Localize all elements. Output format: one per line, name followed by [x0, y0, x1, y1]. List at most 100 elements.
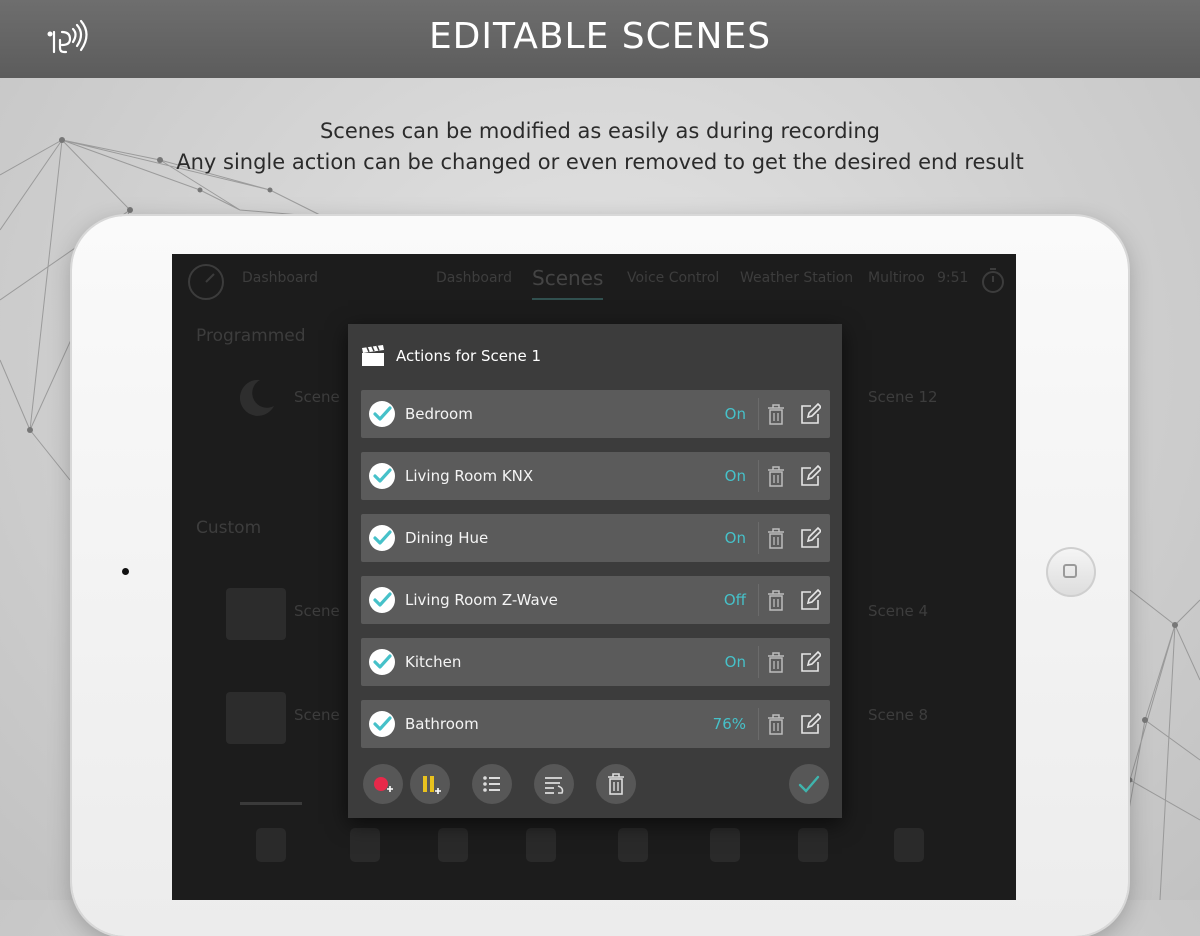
moon-icon [239, 379, 274, 416]
clapperboard-icon [226, 588, 286, 640]
action-value: On [724, 405, 746, 423]
action-value: Off [723, 591, 746, 609]
checked-checkbox[interactable] [369, 525, 395, 551]
tablet-camera [122, 568, 129, 575]
reorder-button[interactable] [534, 764, 574, 804]
edit-icon[interactable] [799, 651, 821, 673]
checkmark-icon [373, 468, 392, 483]
action-row[interactable]: Kitchen On [361, 638, 830, 686]
tablet-screen: Dashboard Dashboard Scenes Voice Control… [172, 254, 1016, 900]
nav-scenes[interactable]: Scenes [532, 266, 604, 300]
checked-checkbox[interactable] [369, 587, 395, 613]
divider [758, 398, 759, 430]
tab-icon[interactable] [256, 828, 286, 862]
action-row[interactable]: Bathroom 76% [361, 700, 830, 748]
divider [758, 584, 759, 616]
action-name: Bathroom [405, 715, 479, 733]
checkmark-icon [373, 406, 392, 421]
list-icon [483, 776, 500, 792]
edit-icon[interactable] [799, 713, 821, 735]
header-bar: EDITABLE SCENES [0, 0, 1200, 78]
nav-weather-station[interactable]: Weather Station [740, 270, 853, 286]
confirm-button[interactable] [789, 764, 829, 804]
clapperboard-icon [362, 345, 384, 366]
tab-icon[interactable] [526, 828, 556, 862]
edit-icon[interactable] [799, 403, 821, 425]
dialog-header: Actions for Scene 1 [348, 324, 842, 386]
page-title: EDITABLE SCENES [428, 16, 772, 57]
action-row[interactable]: Living Room KNX On [361, 452, 830, 500]
tablet-home-button [1046, 547, 1096, 597]
checkmark-icon [798, 775, 820, 793]
scene-label: Scene 8 [868, 706, 929, 724]
action-name: Living Room Z-Wave [405, 591, 558, 609]
tab-icon[interactable] [438, 828, 468, 862]
checked-checkbox[interactable] [369, 649, 395, 675]
tab-icon[interactable] [618, 828, 648, 862]
list-button[interactable] [472, 764, 512, 804]
tab-icon[interactable] [710, 828, 740, 862]
action-value: On [724, 467, 746, 485]
section-custom: Custom [196, 518, 262, 538]
action-row[interactable]: Bedroom On [361, 390, 830, 438]
action-name: Bedroom [405, 405, 473, 423]
timer-icon [982, 268, 1004, 293]
action-name: Living Room KNX [405, 467, 534, 485]
trash-icon[interactable] [765, 589, 787, 611]
action-value: 76% [712, 715, 746, 733]
edit-icon[interactable] [799, 465, 821, 487]
nav-multiroom[interactable]: Multiroo [868, 270, 925, 286]
app-title: Dashboard [242, 270, 318, 286]
action-value: On [724, 653, 746, 671]
record-add-button[interactable] [363, 764, 403, 804]
action-name: Dining Hue [405, 529, 489, 547]
tab-icon[interactable] [894, 828, 924, 862]
checkmark-icon [373, 530, 392, 545]
record-add-icon [374, 777, 393, 792]
edit-icon[interactable] [799, 527, 821, 549]
divider [758, 708, 759, 740]
reorder-icon [545, 777, 564, 794]
scene-actions-dialog: Actions for Scene 1 Bedroom On Living Ro… [348, 324, 842, 818]
pause-add-icon [423, 776, 441, 794]
checkmark-icon [373, 716, 392, 731]
trash-icon[interactable] [765, 651, 787, 673]
section-programmed: Programmed [196, 326, 306, 346]
action-name: Kitchen [405, 653, 462, 671]
checked-checkbox[interactable] [369, 711, 395, 737]
checkmark-icon [373, 592, 392, 607]
divider [758, 522, 759, 554]
scene-label: Scene 4 [868, 602, 929, 620]
trash-icon[interactable] [765, 465, 787, 487]
action-row[interactable]: Dining Hue On [361, 514, 830, 562]
checkmark-icon [373, 654, 392, 669]
trash-icon[interactable] [765, 527, 787, 549]
tab-icon[interactable] [350, 828, 380, 862]
trash-icon[interactable] [765, 403, 787, 425]
pause-add-button[interactable] [410, 764, 450, 804]
action-row[interactable]: Living Room Z-Wave Off [361, 576, 830, 624]
action-value: On [724, 529, 746, 547]
checked-checkbox[interactable] [369, 463, 395, 489]
nav-voice-control[interactable]: Voice Control [627, 270, 719, 286]
dashboard-gauge-icon [188, 264, 224, 300]
trash-icon[interactable] [765, 713, 787, 735]
tab-icon[interactable] [798, 828, 828, 862]
trash-icon [608, 773, 624, 795]
clapperboard-icon [226, 692, 286, 744]
checked-checkbox[interactable] [369, 401, 395, 427]
dialog-title: Actions for Scene 1 [396, 347, 541, 365]
app-navbar: Dashboard Dashboard Scenes Voice Control… [172, 254, 1016, 304]
divider [758, 646, 759, 678]
scene-label: Scene [294, 388, 340, 406]
nav-dashboard[interactable]: Dashboard [436, 270, 512, 286]
scene-label: Scene 12 [868, 388, 938, 406]
bottom-tab-bar [172, 802, 1016, 900]
delete-all-button[interactable] [596, 764, 636, 804]
edit-icon[interactable] [799, 589, 821, 611]
divider [758, 460, 759, 492]
clock: 9:51 [937, 270, 969, 286]
scene-label: Scene [294, 602, 340, 620]
description: Scenes can be modified as easily as duri… [0, 116, 1200, 178]
scene-label: Scene [294, 706, 340, 724]
